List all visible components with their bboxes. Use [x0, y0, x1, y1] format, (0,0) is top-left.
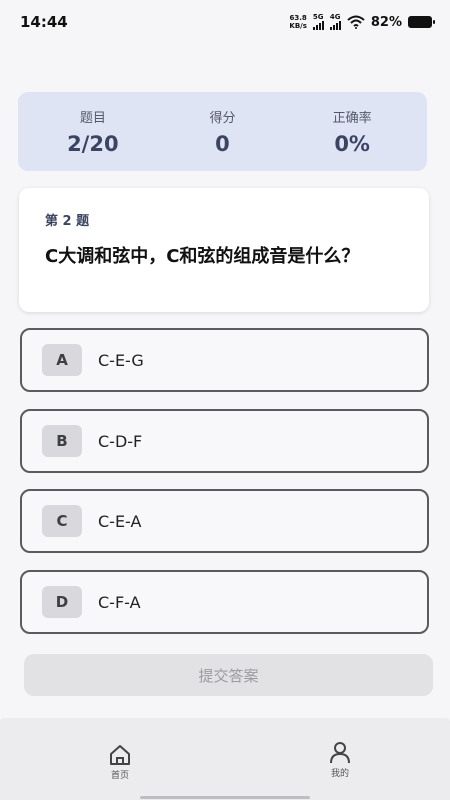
stat-points-label: 得分 — [209, 111, 236, 126]
stat-question-value: 2/20 — [67, 132, 119, 156]
stat-question: 题目 2/20 — [38, 107, 148, 156]
nav-home-label: 首页 — [110, 771, 129, 781]
signal-5g-icon: 5G — [312, 13, 324, 30]
stat-accuracy: 正确率 0% — [297, 107, 407, 156]
option-letter: B — [42, 425, 82, 457]
option-text: C-F-A — [98, 592, 141, 612]
option-b[interactable]: B C-D-F — [20, 409, 429, 473]
home-indicator — [140, 796, 310, 799]
bottom-nav: 首页 我的 — [0, 718, 450, 800]
wifi-icon — [347, 15, 365, 29]
home-icon — [110, 745, 130, 765]
network-speed: 63.8 KB/s — [289, 14, 306, 30]
stat-accuracy-value: 0% — [334, 132, 370, 156]
option-letter: C — [42, 505, 82, 537]
status-icons: 63.8 KB/s 5G 4G 82% — [289, 13, 435, 30]
option-letter: D — [42, 586, 82, 618]
score-card: 题目 2/20 得分 0 正确率 0% — [18, 92, 427, 171]
sim2-label: 4G — [329, 13, 341, 21]
question-number: 第 2 题 — [45, 214, 90, 229]
stat-points: 得分 0 — [167, 107, 277, 156]
status-time: 14:44 — [20, 13, 68, 31]
stat-question-label: 题目 — [79, 111, 106, 126]
sim1-label: 5G — [312, 13, 324, 21]
stat-accuracy-label: 正确率 — [332, 111, 372, 126]
submit-answer-button[interactable]: 提交答案 — [24, 654, 433, 696]
signal-4g-icon: 4G — [329, 13, 341, 30]
option-text: C-D-F — [98, 431, 143, 451]
question-card: 第 2 题 C大调和弦中，C和弦的组成音是什么？ — [19, 188, 429, 312]
status-bar: 14:44 63.8 KB/s 5G 4G 82% — [0, 0, 450, 44]
option-d[interactable]: D C-F-A — [20, 570, 429, 634]
nav-mine[interactable]: 我的 — [320, 740, 360, 779]
option-c[interactable]: C C-E-A — [20, 489, 429, 553]
battery-percent: 82% — [370, 14, 402, 30]
option-letter: A — [42, 344, 82, 376]
nav-home[interactable]: 首页 — [100, 744, 140, 781]
nav-mine-label: 我的 — [330, 769, 349, 779]
option-text: C-E-G — [98, 350, 144, 370]
network-speed-value: 63.8 — [289, 14, 307, 22]
question-text: C大调和弦中，C和弦的组成音是什么？ — [45, 246, 360, 267]
battery-icon — [408, 16, 435, 28]
person-icon — [330, 742, 350, 764]
option-a[interactable]: A C-E-G — [20, 328, 429, 392]
option-text: C-E-A — [98, 511, 142, 531]
stat-points-value: 0 — [215, 132, 230, 156]
network-speed-unit: KB/s — [289, 22, 307, 30]
